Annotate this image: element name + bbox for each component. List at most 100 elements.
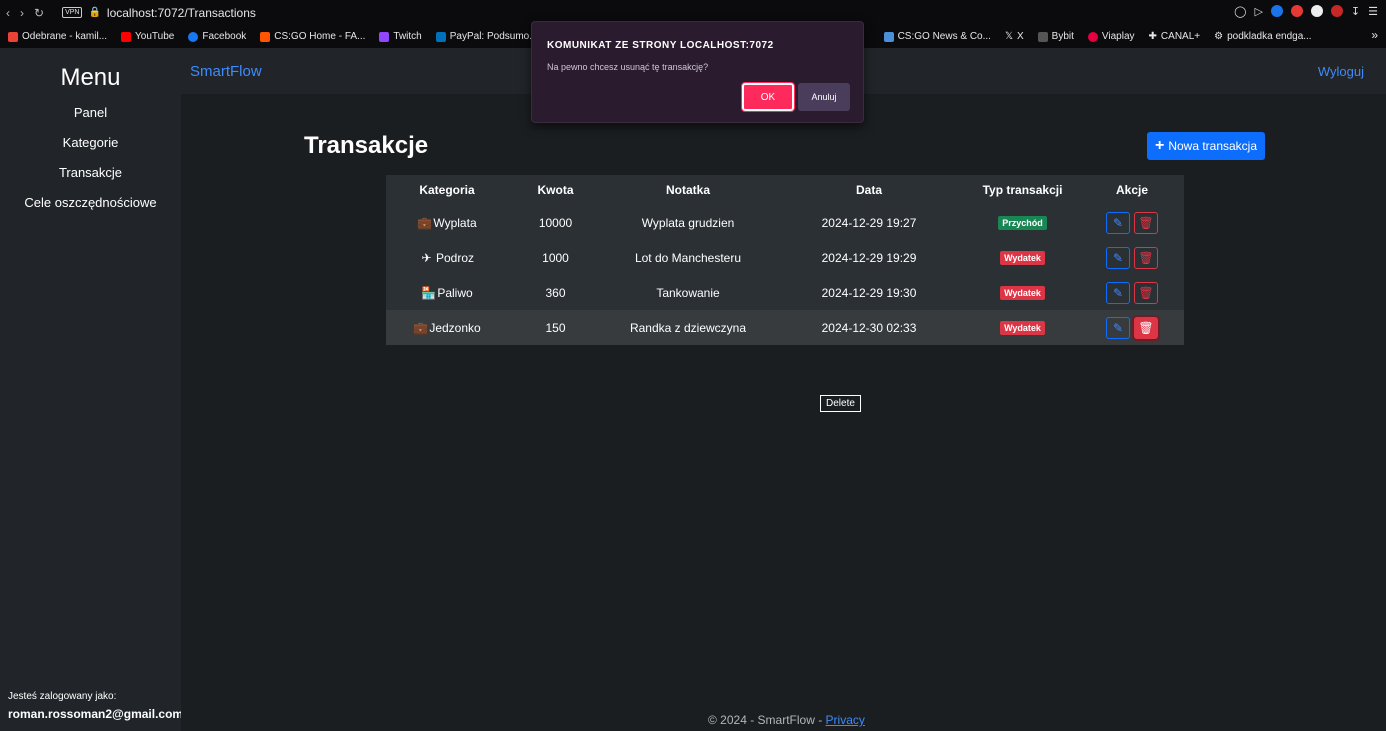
column-header: Akcje — [1115, 183, 1149, 197]
bookmark-item[interactable]: Odebrane - kamil... — [8, 31, 107, 42]
table-row: 💼Wyplata 10000 Wyplata grudzien 2024-12-… — [386, 205, 1184, 240]
bookmark-label: Bybit — [1051, 31, 1074, 42]
extension-icon[interactable] — [1290, 5, 1303, 17]
edit-button[interactable]: ✎ — [1106, 316, 1130, 339]
delete-button[interactable]: 🗑 — [1134, 281, 1158, 304]
date-cell: 2024-12-29 19:27 — [821, 215, 917, 230]
bookmark-label: Facebook — [202, 31, 247, 42]
address-bar[interactable]: localhost:7072/Transactions — [107, 6, 256, 20]
bookmark-item[interactable]: Bybit — [1037, 31, 1074, 42]
note-cell: Randka z dziewczyna — [603, 310, 773, 345]
user-email: roman.rossoman2@gmail.com — [8, 707, 184, 721]
sidebar-title: Menu — [60, 64, 121, 91]
bookmark-label: Viaplay — [1101, 31, 1135, 42]
forward-icon[interactable]: › — [20, 6, 24, 20]
bookmark-item[interactable]: Facebook — [188, 31, 246, 42]
hltv-icon — [883, 31, 894, 42]
column-header: Data — [855, 183, 882, 197]
main-content: SmartFlow Wyloguj Transakcje + Nowa tran… — [181, 48, 1386, 731]
amount-cell: 360 — [545, 285, 566, 300]
store-icon: 🏪 — [421, 285, 437, 300]
bookmark-label: CS:GO Home - FA... — [274, 31, 366, 42]
privacy-link[interactable]: Privacy — [826, 713, 865, 727]
vpn-badge[interactable]: VPN — [62, 7, 83, 18]
table-row: 💼Jedzonko 150 Randka z dziewczyna 2024-1… — [386, 310, 1184, 345]
bookmark-item[interactable]: CS:GO Home - FA... — [260, 31, 365, 42]
facebook-icon — [188, 31, 199, 42]
sidebar: Menu Panel Kategorie Transakcje Cele osz… — [0, 48, 183, 731]
dialog-title: KOMUNIKAT ZE STRONY LOCALHOST:7072 — [547, 40, 774, 51]
sidebar-item-panel[interactable]: Panel — [0, 98, 181, 128]
bookmark-label: X — [1017, 31, 1024, 42]
lock-icon[interactable]: 🔒 — [88, 7, 100, 18]
date-cell: 2024-12-29 19:30 — [821, 285, 917, 300]
bookmark-item[interactable]: 𝕏X — [1005, 31, 1024, 42]
category-cell: Jedzonko — [429, 320, 481, 335]
bybit-icon — [1037, 31, 1048, 42]
bookmark-item[interactable]: ⚙ podkladka endga... — [1214, 31, 1311, 42]
column-header: Kategoria — [419, 183, 475, 197]
chevron-right-icon[interactable]: » — [1371, 28, 1378, 42]
reload-icon[interactable]: ↻ — [34, 6, 44, 20]
sidebar-item-cele[interactable]: Cele oszczędnościowe — [0, 188, 181, 218]
amount-cell: 10000 — [538, 215, 573, 230]
briefcase-icon: 💼 — [413, 320, 429, 335]
amount-cell: 1000 — [542, 250, 569, 265]
x-icon: 𝕏 — [1004, 31, 1013, 42]
gmail-icon — [8, 31, 18, 42]
sidebar-item-transakcje[interactable]: Transakcje — [0, 158, 181, 188]
user-info: Jesteś zalogowany jako: roman.rossoman2@… — [8, 691, 183, 723]
ok-button[interactable]: OK — [741, 82, 795, 112]
brand-link[interactable]: SmartFlow — [190, 63, 262, 80]
table-row: 🏪Paliwo 360 Tankowanie 2024-12-29 19:30 … — [386, 275, 1184, 310]
play-icon[interactable]: ▷ — [1254, 5, 1262, 18]
transactions-table: Kategoria Kwota Notatka Data Typ transak… — [386, 175, 1184, 345]
bookmark-label: CS:GO News & Co... — [897, 31, 991, 42]
column-header: Notatka — [665, 183, 710, 197]
new-transaction-button[interactable]: + Nowa transakcja — [1147, 132, 1265, 160]
extension-icon[interactable] — [1310, 5, 1323, 17]
date-cell: 2024-12-29 19:29 — [821, 250, 917, 265]
bookmark-label: CANAL+ — [1160, 31, 1201, 42]
download-icon[interactable]: ↧ — [1351, 5, 1360, 18]
category-cell: Paliwo — [437, 285, 473, 300]
back-icon[interactable]: ‹ — [6, 6, 10, 20]
bookmark-item[interactable]: PayPal: Podsumo... — [435, 31, 538, 42]
cancel-button[interactable]: Anuluj — [798, 83, 850, 111]
delete-button[interactable]: 🗑 — [1134, 246, 1158, 269]
bookmark-label: Twitch — [393, 31, 422, 42]
amount-cell: 150 — [508, 310, 603, 345]
canal-icon: ✚ — [1148, 31, 1157, 42]
date-cell: 2024-12-30 02:33 — [773, 310, 965, 345]
bookmark-label: PayPal: Podsumo... — [449, 31, 538, 42]
new-transaction-label: Nowa transakcja — [1168, 139, 1258, 153]
menu-icon[interactable]: ☰ — [1368, 5, 1378, 18]
extension-icon[interactable] — [1270, 5, 1283, 17]
delete-button[interactable]: 🗑 — [1134, 211, 1158, 234]
type-badge: Wydatek — [1000, 251, 1045, 265]
delete-button[interactable]: 🗑 — [1134, 316, 1158, 339]
edit-button[interactable]: ✎ — [1106, 246, 1130, 269]
extension-icon[interactable] — [1330, 5, 1343, 17]
edit-button[interactable]: ✎ — [1106, 281, 1130, 304]
note-cell: Tankowanie — [656, 285, 720, 300]
type-badge: Przychód — [998, 216, 1047, 230]
sidebar-item-kategorie[interactable]: Kategorie — [0, 128, 181, 158]
bookmark-item[interactable]: ✚ CANAL+ — [1149, 31, 1201, 42]
footer-text: © 2024 - SmartFlow - — [708, 713, 826, 727]
bookmark-item[interactable]: CS:GO News & Co... — [883, 31, 991, 42]
gear-icon: ⚙ — [1214, 31, 1224, 42]
paypal-icon — [435, 31, 446, 42]
delete-tooltip: Delete — [820, 395, 861, 412]
confirm-dialog: KOMUNIKAT ZE STRONY LOCALHOST:7072 Na pe… — [531, 21, 864, 123]
type-badge: Wydatek — [1000, 286, 1045, 300]
faceit-icon — [260, 31, 271, 42]
bookmark-item[interactable]: Twitch — [379, 31, 422, 42]
category-cell: Podroz — [435, 250, 475, 265]
logout-link[interactable]: Wyloguj — [1318, 64, 1364, 79]
column-header: Kwota — [537, 183, 574, 197]
shield-icon[interactable]: ◯ — [1234, 5, 1246, 18]
bookmark-item[interactable]: YouTube — [121, 31, 174, 42]
bookmark-item[interactable]: Viaplay — [1087, 31, 1135, 42]
edit-button[interactable]: ✎ — [1106, 211, 1130, 234]
